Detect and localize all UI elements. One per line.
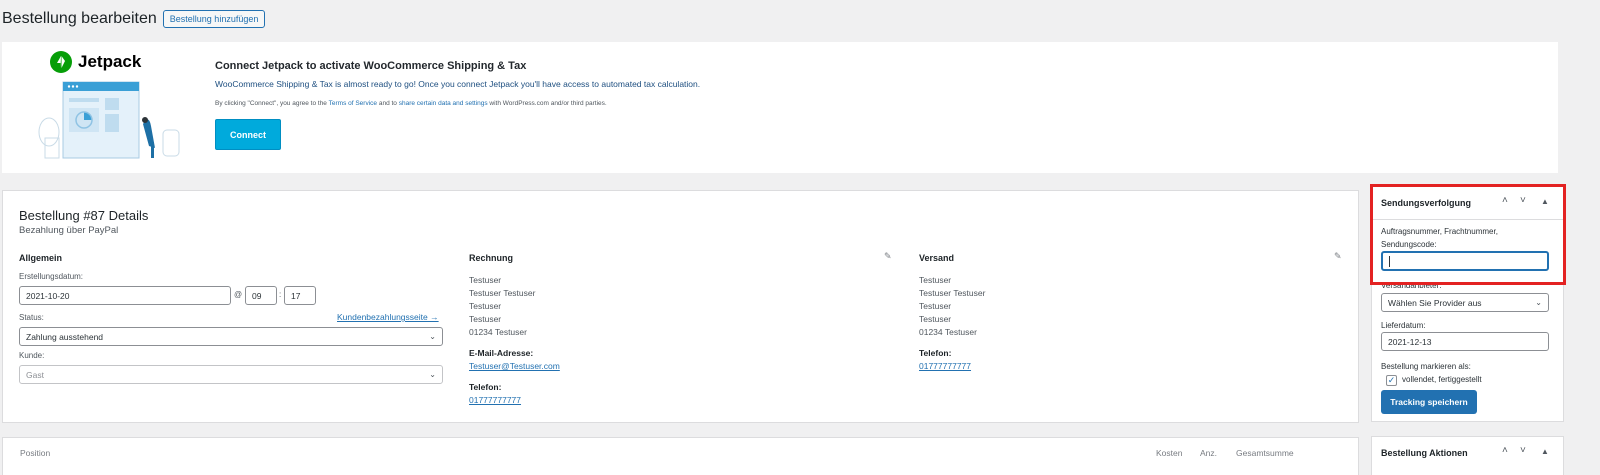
jetpack-illustration: [38, 81, 180, 159]
delivery-date-input[interactable]: 2021-12-13: [1381, 332, 1549, 351]
mark-completed-label: vollendet, fertiggestellt: [1402, 375, 1482, 384]
customer-select[interactable]: Gast ⌄: [19, 365, 443, 384]
time-separator: :: [279, 290, 282, 299]
move-up-icon[interactable]: ˄: [1502, 195, 1508, 206]
billing-line: Testuser: [469, 314, 502, 324]
customer-label: Kunde:: [19, 351, 45, 360]
tracking-number-label-2: Sendungscode:: [1381, 240, 1437, 249]
mark-order-label: Bestellung markieren als:: [1381, 362, 1471, 371]
billing-line: Testuser: [469, 301, 502, 311]
jetpack-terms: By clicking "Connect", you agree to the …: [215, 100, 607, 107]
tracking-number-input[interactable]: [1381, 251, 1549, 271]
collapse-toggle-icon[interactable]: ▲: [1541, 447, 1549, 456]
order-details-panel: Bestellung #87 Details Bezahlung über Pa…: [2, 190, 1359, 423]
general-heading: Allgemein: [19, 253, 63, 263]
move-up-icon[interactable]: ˄: [1502, 445, 1508, 456]
shipping-line: Testuser: [919, 314, 952, 324]
hour-input[interactable]: 09: [245, 286, 277, 305]
billing-phone-link[interactable]: 01777777777: [469, 395, 521, 405]
customer-select-value: Gast: [26, 369, 44, 380]
shipment-tracking-box: Sendungsverfolgung ˄ ˅ ▲ Auftragsnummer,…: [1371, 186, 1564, 422]
col-position: Position: [20, 448, 51, 458]
add-order-button[interactable]: Bestellung hinzufügen: [162, 10, 266, 28]
jetpack-bolt-icon: [50, 51, 72, 73]
shipping-line: 01234 Testuser: [919, 327, 977, 337]
tracking-number-label-1: Auftragsnummer, Frachtnummer,: [1381, 227, 1498, 236]
connect-button[interactable]: Connect: [215, 119, 281, 150]
order-actions-title: Bestellung Aktionen: [1381, 448, 1468, 458]
move-down-icon[interactable]: ˅: [1520, 445, 1526, 456]
edit-billing-pencil-icon[interactable]: ✎: [884, 251, 892, 262]
order-items-panel: Position Kosten Anz. Gesamtsumme: [2, 437, 1359, 475]
billing-line: Testuser Testuser: [469, 288, 536, 298]
minute-input[interactable]: 17: [284, 286, 316, 305]
shipping-line: Testuser: [919, 301, 952, 311]
billing-email-link[interactable]: Testuser@Testuser.com: [469, 361, 560, 371]
at-separator: @: [234, 290, 243, 299]
shipping-line: Testuser Testuser: [919, 288, 986, 298]
shipping-line: Testuser: [919, 275, 952, 285]
shipping-heading: Versand: [919, 253, 955, 263]
provider-select[interactable]: Wählen Sie Provider aus ⌄: [1381, 293, 1549, 312]
billing-heading: Rechnung: [469, 253, 513, 263]
shipping-phone-label: Telefon:: [919, 348, 952, 358]
chevron-down-icon: ⌄: [1535, 298, 1542, 307]
divider: [1372, 219, 1563, 220]
status-label: Status:: [19, 313, 44, 322]
mark-completed-checkbox[interactable]: ✓: [1386, 375, 1397, 386]
billing-email-label: E-Mail-Adresse:: [469, 348, 534, 358]
billing-line: Testuser: [469, 275, 502, 285]
order-payment-method: Bezahlung über PayPal: [19, 225, 119, 236]
text-cursor: [1389, 255, 1390, 267]
jetpack-logo: Jetpack: [50, 51, 141, 73]
col-qty: Anz.: [1200, 448, 1218, 458]
move-down-icon[interactable]: ˅: [1520, 195, 1526, 206]
jetpack-banner: Jetpack Connect Jetpack to activate WooC…: [2, 42, 1558, 173]
provider-label: Versandanbieter:: [1381, 281, 1442, 290]
edit-shipping-pencil-icon[interactable]: ✎: [1334, 251, 1342, 262]
terms-of-service-link[interactable]: Terms of Service: [329, 100, 377, 107]
collapse-toggle-icon[interactable]: ▲: [1541, 197, 1549, 206]
share-data-link[interactable]: share certain data and settings: [399, 100, 488, 107]
tracking-title: Sendungsverfolgung: [1381, 198, 1471, 208]
jetpack-logo-text: Jetpack: [78, 52, 142, 71]
jetpack-description: WooCommerce Shipping & Tax is almost rea…: [215, 79, 701, 89]
col-total: Gesamtsumme: [1236, 448, 1294, 458]
save-tracking-button[interactable]: Tracking speichern: [1381, 390, 1477, 414]
page-header: Bestellung bearbeiten Bestellung hinzufü…: [2, 10, 266, 28]
billing-phone-label: Telefon:: [469, 382, 502, 392]
shipping-phone-link[interactable]: 01777777777: [919, 361, 971, 371]
col-cost: Kosten: [1156, 448, 1183, 458]
date-created-input[interactable]: 2021-10-20: [19, 286, 231, 305]
chevron-down-icon: ⌄: [429, 370, 436, 379]
chevron-down-icon: ⌄: [429, 332, 436, 341]
delivery-date-label: Lieferdatum:: [1381, 321, 1426, 330]
status-select[interactable]: Zahlung ausstehend ⌄: [19, 327, 443, 346]
billing-line: 01234 Testuser: [469, 327, 527, 337]
jetpack-title: Connect Jetpack to activate WooCommerce …: [215, 60, 527, 72]
page-title: Bestellung bearbeiten: [2, 10, 157, 27]
order-actions-box: Bestellung Aktionen ˄ ˅ ▲: [1371, 436, 1564, 475]
order-title: Bestellung #87 Details: [19, 208, 149, 223]
status-select-value: Zahlung ausstehend: [26, 331, 104, 342]
provider-select-value: Wählen Sie Provider aus: [1388, 297, 1482, 308]
customer-payment-page-link[interactable]: Kundenbezahlungsseite →: [337, 312, 439, 322]
date-created-label: Erstellungsdatum:: [19, 272, 84, 281]
